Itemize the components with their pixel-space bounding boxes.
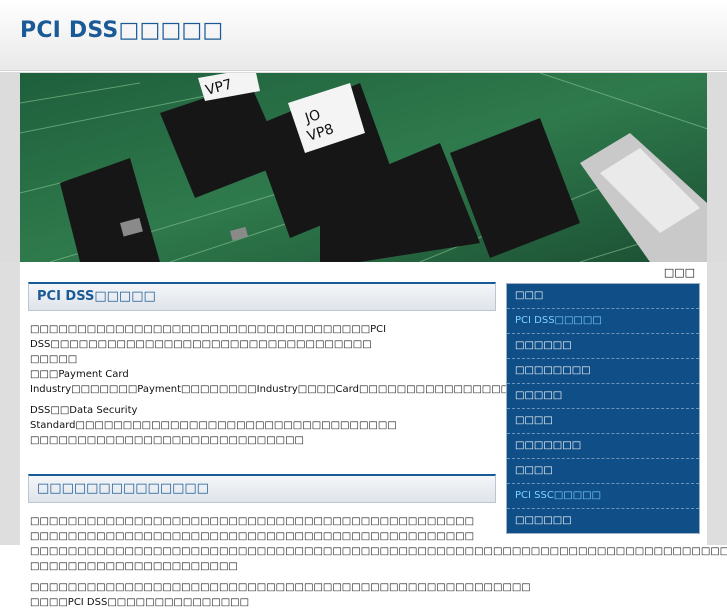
home-link[interactable]: □□□	[664, 266, 695, 279]
sidebar-item-7[interactable]: □□□□□□□	[507, 434, 699, 459]
paragraph: □□□□□□□□□□□□□□□□□□□□□□□□□□□□□□□□□□□□PCI …	[30, 324, 387, 350]
circuit-board-illustration: VP7 JO VP8	[20, 73, 707, 262]
paragraph: □□□Payment Card Industry□□□□□□□Payment□□…	[30, 369, 511, 395]
paragraph: □□□□□□□□□□□□□□□□□□□□□□	[30, 561, 238, 572]
sidebar-item-home[interactable]: □□□	[507, 284, 699, 309]
sidebar-item-3[interactable]: □□□□□□	[507, 334, 699, 359]
sidebar-item-pci-ssc[interactable]: PCI SSC□□□□□	[507, 484, 699, 509]
sidebar-item-5[interactable]: □□□□□	[507, 384, 699, 409]
main-content: PCI DSS□□□□□ □□□□□□□□□□□□□□□□□□□□□□□□□□□…	[28, 282, 727, 610]
sidebar-nav: □□□ PCI DSS□□□□□ □□□□□□ □□□□□□□□ □□□□□ □…	[506, 283, 700, 534]
paragraph: DSS□□Data Security Standard□□□□□□□□□□□□□…	[30, 405, 397, 431]
sidebar-item-pci-dss[interactable]: PCI DSS□□□□□	[507, 309, 699, 334]
sidebar-item-8[interactable]: □□□□	[507, 459, 699, 484]
paragraph: □□□□PCI DSS□□□□□□□□□□□□□□□	[30, 597, 250, 608]
paragraph: □□□□□□□□□□□□□□□□□□□□□□□□□□□□□□□□□□□□□□□□…	[30, 516, 475, 527]
paragraph: □□□□□	[30, 354, 78, 365]
section-heading-2: □□□□□□□□□□□□□□	[28, 474, 496, 503]
section-heading-pci-dss: PCI DSS□□□□□	[28, 282, 496, 311]
hero-image: VP7 JO VP8	[20, 73, 707, 262]
site-header: PCI DSS□□□□□	[0, 0, 727, 71]
sidebar-item-4[interactable]: □□□□□□□□	[507, 359, 699, 384]
paragraph: □□□□□□□□□□□□□□□□□□□□□□□□□□□□□□□□□□□□□□□□…	[30, 546, 727, 557]
paragraph: □□□□□□□□□□□□□□□□□□□□□□□□□□□□□□□□□□□□□□□□…	[30, 531, 475, 542]
paragraph: □□□□□□□□□□□□□□□□□□□□□□□□□□□□□	[30, 435, 304, 446]
site-title[interactable]: PCI DSS□□□□□	[20, 18, 223, 43]
sidebar-item-6[interactable]: □□□□	[507, 409, 699, 434]
paragraph: □□□□□□□□□□□□□□□□□□□□□□□□□□□□□□□□□□□□□□□□…	[30, 582, 531, 593]
sidebar-item-10[interactable]: □□□□□□	[507, 509, 699, 533]
